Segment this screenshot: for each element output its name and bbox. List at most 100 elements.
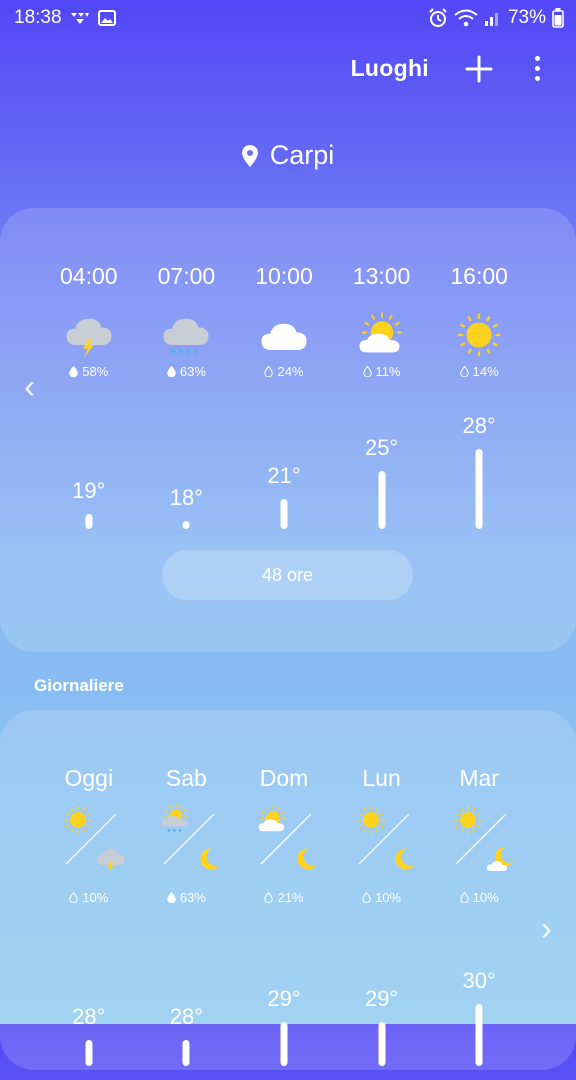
temperature-label: 28° xyxy=(462,413,496,438)
alarm-icon xyxy=(429,8,447,27)
hourly-precipitation: 63% xyxy=(138,364,236,379)
signal-icon xyxy=(484,13,498,26)
temperature-label: 29° xyxy=(364,986,399,1011)
precipitation-drop-icon xyxy=(167,892,176,903)
daily-precipitation: 63% xyxy=(138,890,236,905)
hourly-precipitation: 58% xyxy=(40,364,138,379)
hourly-item: 04:00 58% xyxy=(40,263,138,379)
precip-value: 24% xyxy=(277,364,304,379)
hourly-time: 10:00 xyxy=(255,263,313,289)
daily-temperature-graph: 28° 28° 29° 29° 30° xyxy=(40,960,528,1080)
daily-precipitation: 10% xyxy=(430,890,528,905)
hourly-item: 10:00 24% xyxy=(235,263,333,379)
temperature-point: 29° xyxy=(333,960,431,1080)
precipitation-drop-icon xyxy=(362,366,372,377)
daily-list: Oggi 10% Sab 63% Dom 21% Lun 10% Mar 10% xyxy=(40,765,528,905)
precip-value: 58% xyxy=(82,364,109,379)
cloudy-icon xyxy=(235,312,333,358)
temperature-label: 25° xyxy=(364,434,399,460)
hourly-item: 13:00 11% xyxy=(333,263,431,379)
temperature-label: 28° xyxy=(72,1004,106,1029)
status-time: 18:38 xyxy=(14,7,62,28)
temperature-label: 28° xyxy=(169,1004,204,1029)
daily-item: Lun 10% xyxy=(333,765,431,905)
hourly-time: 07:00 xyxy=(157,263,216,289)
location-name: Carpi xyxy=(269,140,335,170)
moon-icon xyxy=(389,844,419,879)
more-options-button[interactable] xyxy=(529,52,546,85)
header-actions: Luoghi xyxy=(351,52,546,85)
precipitation-drop-icon xyxy=(69,892,78,903)
48-hours-button[interactable]: 48 ore xyxy=(162,550,413,600)
places-link[interactable]: Luoghi xyxy=(351,55,429,82)
precipitation-drop-icon xyxy=(167,366,176,377)
battery-percent: 73% xyxy=(507,7,546,28)
precipitation-drop-icon xyxy=(362,892,371,903)
daily-precipitation: 21% xyxy=(235,890,333,905)
hourly-item: 16:00 14% xyxy=(430,263,528,379)
previous-arrow-icon[interactable]: ‹ xyxy=(24,368,35,407)
image-icon xyxy=(97,10,116,26)
daily-item: Mar 10% xyxy=(430,765,528,905)
hourly-precipitation: 11% xyxy=(333,364,431,379)
temperature-bar xyxy=(280,1022,288,1066)
daily-icons xyxy=(138,804,236,884)
temperature-label: 21° xyxy=(267,463,301,489)
precip-value: 10% xyxy=(375,890,402,905)
daily-item: Oggi 10% xyxy=(40,765,138,905)
hourly-item: 07:00 63% xyxy=(138,263,236,379)
daily-day: Mar xyxy=(459,765,499,791)
daily-precipitation: 10% xyxy=(333,890,431,905)
temperature-label: 30° xyxy=(462,968,496,993)
hourly-forecast-card: ‹ 04:00 58% 07:00 63% 10:00 24% 13:00 11… xyxy=(0,208,576,652)
precipitation-drop-icon xyxy=(459,366,469,377)
daily-day: Oggi xyxy=(64,765,114,791)
daily-precipitation: 10% xyxy=(40,890,138,905)
daily-icons xyxy=(333,804,431,884)
temperature-bar xyxy=(475,1004,483,1066)
temperature-point: 28° xyxy=(430,413,528,543)
temperature-point: 21° xyxy=(235,423,333,543)
temperature-label: 29° xyxy=(267,986,301,1011)
daily-icons xyxy=(235,804,333,884)
daily-item: Sab 63% xyxy=(138,765,236,905)
next-arrow-icon[interactable]: › xyxy=(541,910,552,949)
precip-value: 10% xyxy=(82,890,109,905)
thunderstorm-icon xyxy=(40,312,138,358)
temperature-bar xyxy=(475,449,483,529)
precip-value: 63% xyxy=(179,890,206,905)
precipitation-drop-icon xyxy=(459,892,469,903)
temperature-bar xyxy=(182,1040,190,1066)
network-share-icon xyxy=(70,13,89,24)
temperature-label: 18° xyxy=(169,485,204,510)
precip-value: 63% xyxy=(179,364,206,379)
battery-icon xyxy=(552,8,564,28)
daily-icons xyxy=(430,804,528,884)
location-header: Carpi xyxy=(0,140,576,171)
temperature-label: 19° xyxy=(72,477,106,503)
daily-day: Dom xyxy=(259,765,309,791)
temperature-bar xyxy=(182,521,190,529)
hourly-time: 13:00 xyxy=(352,263,411,289)
moon-cloud-icon xyxy=(486,844,516,879)
temperature-bar xyxy=(85,513,93,529)
add-icon[interactable] xyxy=(465,55,493,83)
hourly-temperature-graph: 19° 18° 21° 25° 28° xyxy=(40,413,528,543)
temperature-bar xyxy=(85,1040,93,1066)
temperature-point: 25° xyxy=(333,423,431,543)
daily-day: Sab xyxy=(165,765,207,791)
daily-day: Lun xyxy=(362,765,401,791)
rain-icon xyxy=(138,312,236,358)
hourly-time: 16:00 xyxy=(450,263,508,289)
status-bar: 18:38 73% xyxy=(0,0,576,36)
thunderstorm-icon xyxy=(96,844,126,879)
temperature-bar xyxy=(378,1022,386,1066)
precipitation-drop-icon xyxy=(264,366,274,377)
daily-icons xyxy=(40,804,138,884)
sunny-icon xyxy=(430,312,528,358)
daily-section-title: Giornaliere xyxy=(34,676,124,695)
temperature-point: 18° xyxy=(138,423,236,543)
hourly-precipitation: 14% xyxy=(430,364,528,379)
temperature-point: 28° xyxy=(40,960,138,1080)
precip-value: 11% xyxy=(375,364,401,379)
